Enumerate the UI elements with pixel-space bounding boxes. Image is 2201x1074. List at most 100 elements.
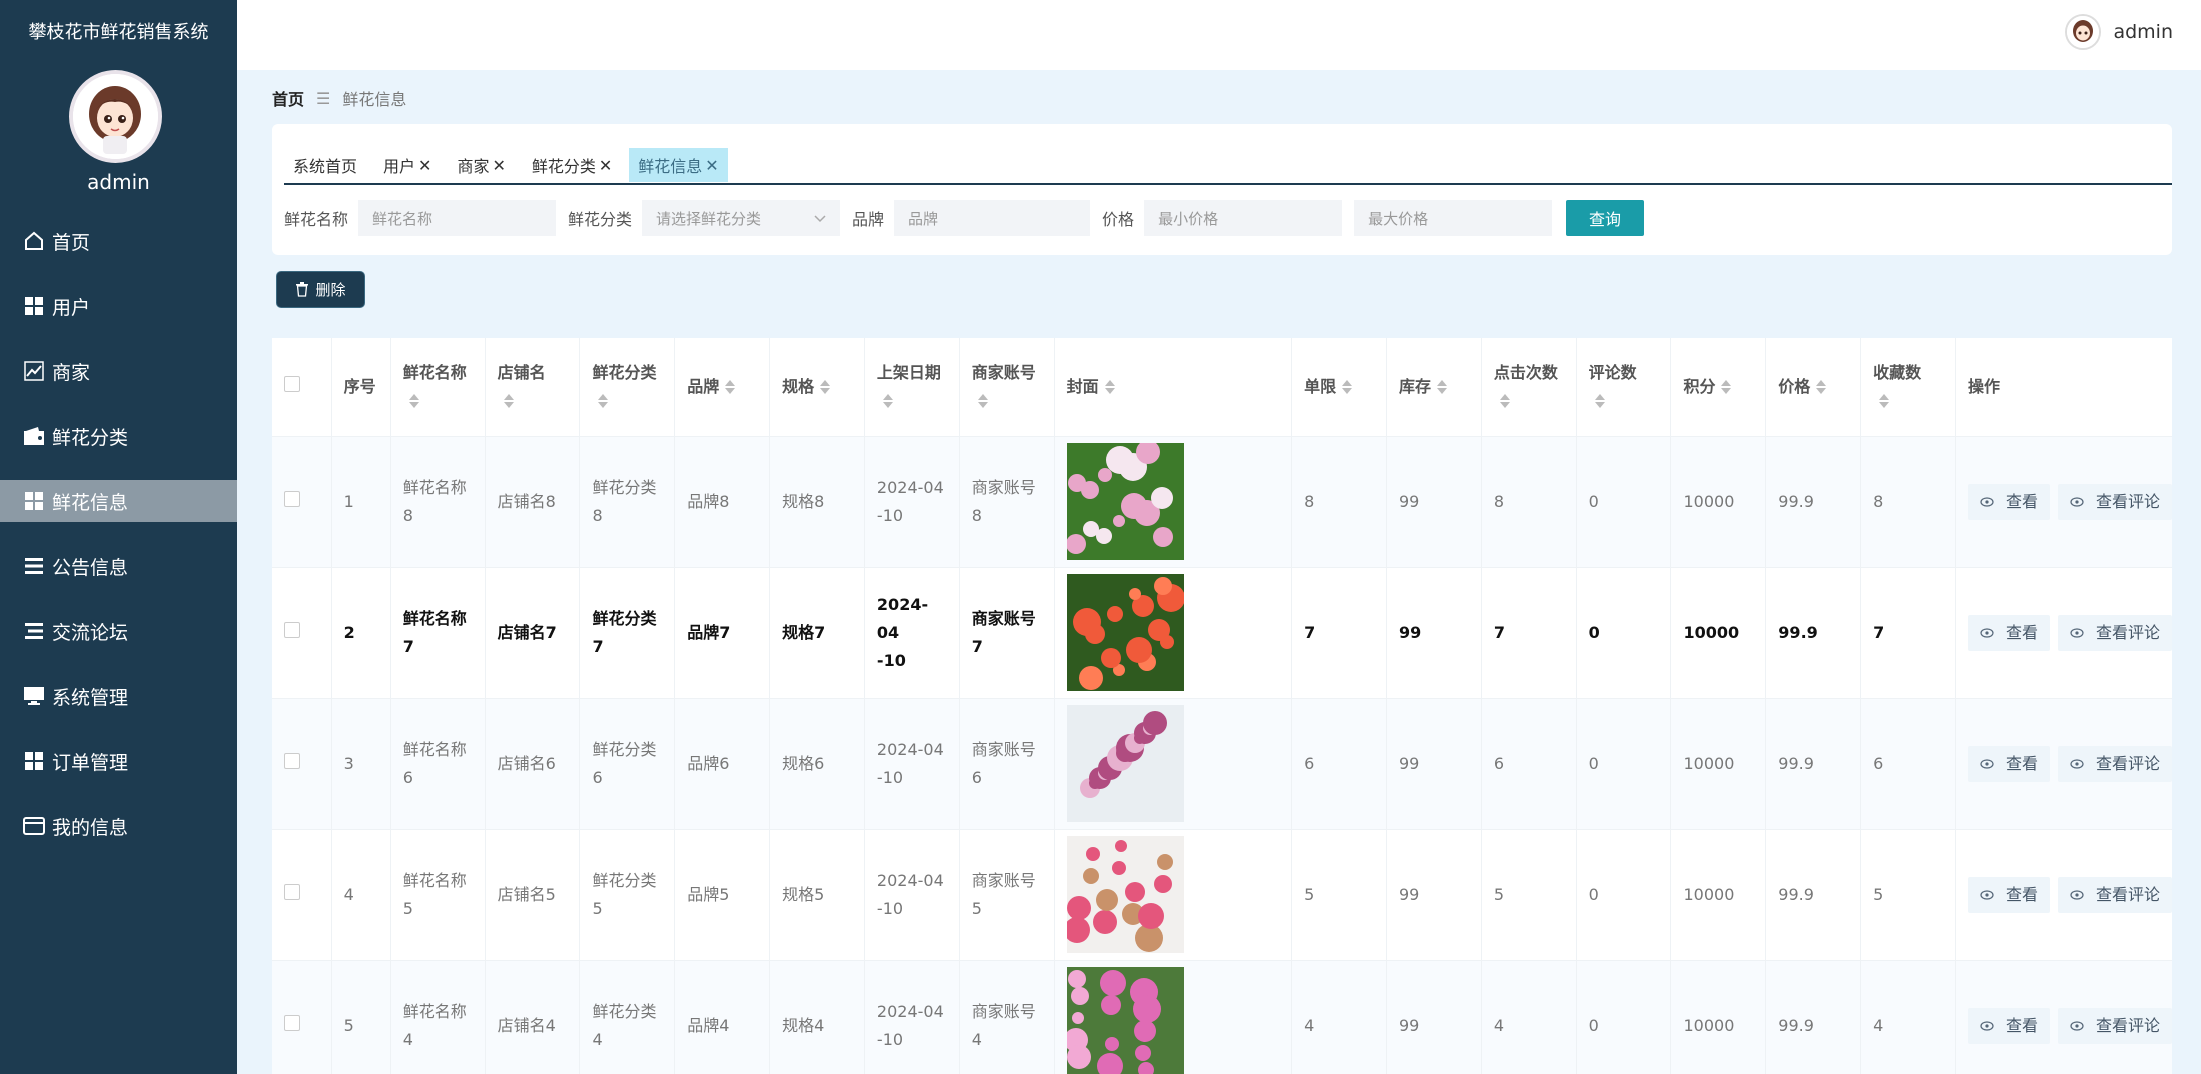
date-cell: 2024-04 -10: [864, 567, 960, 699]
points-cell: 10000: [1670, 698, 1767, 830]
column-header[interactable]: 鲜花名称: [390, 338, 486, 437]
column-header[interactable]: 上架日期: [864, 338, 960, 437]
sort-icon[interactable]: [1498, 393, 1510, 409]
sort-icon[interactable]: [723, 379, 736, 395]
row-checkbox[interactable]: [284, 883, 300, 900]
sidebar-item-forum[interactable]: 交流论坛: [0, 610, 237, 652]
cover-cell: [1054, 567, 1293, 699]
eye-icon: [1980, 758, 2000, 769]
brand-cell: 品牌5: [674, 829, 771, 961]
view-comments-button[interactable]: 查看评论: [2057, 745, 2172, 782]
sidebar-item-merchants[interactable]: 商家: [0, 350, 237, 392]
sidebar-item-flower-category[interactable]: 鲜花分类: [0, 415, 237, 457]
row-checkbox[interactable]: [284, 1014, 300, 1031]
chart-icon: [22, 359, 46, 383]
tab-merchants[interactable]: 商家 ✕: [448, 148, 515, 182]
max-price-input[interactable]: 最大价格: [1354, 200, 1553, 236]
column-header-label: 商家账号: [971, 362, 1036, 382]
view-comments-button[interactable]: 查看评论: [2057, 483, 2172, 520]
column-header[interactable]: 收藏数: [1860, 338, 1956, 437]
category-cell: 鲜花分类 5: [579, 829, 676, 961]
actions-cell: 查看查看评论×: [1955, 698, 2172, 830]
stock-cell: 99: [1386, 960, 1482, 1074]
sidebar-item-users[interactable]: 用户: [0, 285, 237, 327]
column-header[interactable]: 价格: [1765, 338, 1862, 437]
view-label: 查看: [2005, 1015, 2038, 1035]
sort-icon[interactable]: [1877, 393, 1890, 409]
price-cell: 99.9: [1765, 960, 1862, 1074]
tab-system-home[interactable]: 系统首页: [284, 148, 367, 182]
select-cell: [272, 829, 332, 961]
flower-name-input[interactable]: 鲜花名称: [358, 200, 557, 236]
cell-text: 8: [592, 505, 603, 525]
tab-flower-category[interactable]: 鲜花分类 ✕: [522, 148, 622, 182]
sort-icon[interactable]: [976, 393, 988, 409]
sort-icon[interactable]: [1340, 379, 1353, 395]
sort-icon[interactable]: [1435, 379, 1447, 395]
sidebar-item-flower-info[interactable]: 鲜花信息: [0, 480, 237, 522]
column-header[interactable]: 库存: [1386, 338, 1482, 437]
view-button[interactable]: 查看: [1967, 745, 2050, 782]
column-header[interactable]: 商家账号: [959, 338, 1055, 437]
close-icon[interactable]: ✕: [492, 156, 505, 175]
column-header-label: 评论数: [1588, 362, 1637, 382]
table-row: 3 鲜花名称 6 店铺名6 鲜花分类 6 品牌6 规格6 2024-04 -10 商家账号 6 6 99 6…: [272, 698, 2172, 830]
close-icon[interactable]: ✕: [418, 156, 431, 175]
sidebar-item-system[interactable]: 系统管理: [0, 675, 237, 717]
row-checkbox[interactable]: [284, 490, 300, 507]
sort-icon[interactable]: [1814, 379, 1827, 395]
sidebar-item-home[interactable]: 首页: [0, 220, 237, 262]
view-button[interactable]: 查看: [1967, 1007, 2050, 1044]
delete-button[interactable]: 删除: [276, 271, 365, 308]
sort-icon[interactable]: [1719, 379, 1732, 395]
sort-icon[interactable]: [1593, 393, 1605, 409]
flower-category-select[interactable]: 请选择鲜花分类: [642, 200, 841, 236]
column-header[interactable]: 单限: [1291, 338, 1387, 437]
column-header[interactable]: 规格: [769, 338, 865, 437]
select-all-checkbox[interactable]: [284, 375, 300, 392]
column-header[interactable]: 封面: [1054, 338, 1293, 437]
column-header[interactable]: 鲜花分类: [579, 338, 676, 437]
view-button[interactable]: 查看: [1967, 614, 2050, 651]
close-icon[interactable]: ✕: [599, 156, 612, 175]
sort-icon[interactable]: [502, 393, 514, 409]
column-header[interactable]: 评论数: [1576, 338, 1672, 437]
sort-icon[interactable]: [407, 393, 419, 409]
close-icon[interactable]: ✕: [705, 156, 718, 175]
row-checkbox[interactable]: [284, 621, 300, 638]
view-button[interactable]: 查看: [1967, 876, 2050, 913]
sidebar-item-orders[interactable]: 订单管理: [0, 740, 237, 782]
actions-cell: 查看查看评论×: [1955, 829, 2172, 961]
tab-users[interactable]: 用户 ✕: [374, 148, 441, 182]
sidebar-item-notices[interactable]: 公告信息: [0, 545, 237, 587]
eye-icon: [1980, 627, 2000, 638]
brand-input[interactable]: 品牌: [894, 200, 1091, 236]
view-comments-button[interactable]: 查看评论: [2057, 876, 2172, 913]
flower-name-placeholder: 鲜花名称: [372, 209, 433, 228]
sidebar-item-my-info[interactable]: 我的信息: [0, 805, 237, 847]
row-checkbox[interactable]: [284, 752, 300, 769]
cell-text: 鲜花分类: [592, 477, 657, 497]
tab-flower-info[interactable]: 鲜花信息 ✕: [629, 148, 728, 182]
query-button[interactable]: 查询: [1566, 200, 1645, 236]
sidebar: 攀枝花市鲜花销售系统 admin 首页 用户 商家 鲜花分类 鲜花信息 公告信息…: [0, 0, 237, 1074]
sort-icon[interactable]: [596, 393, 609, 409]
view-comments-button[interactable]: 查看评论: [2057, 614, 2172, 651]
column-header[interactable]: 点击次数: [1481, 338, 1577, 437]
view-comments-button[interactable]: 查看评论: [2057, 1007, 2172, 1044]
sort-icon[interactable]: [1103, 379, 1115, 395]
breadcrumb-home[interactable]: 首页: [272, 86, 304, 110]
sort-icon[interactable]: [818, 379, 831, 395]
column-header[interactable]: 店铺名: [485, 338, 581, 437]
column-header[interactable]: 品牌: [674, 338, 771, 437]
column-header[interactable]: 积分: [1670, 338, 1767, 437]
view-button[interactable]: 查看: [1967, 483, 2050, 520]
sort-icon[interactable]: [881, 393, 893, 409]
min-price-input[interactable]: 最小价格: [1144, 200, 1343, 236]
wallet-icon: [22, 424, 46, 448]
row-number: 1: [331, 436, 391, 568]
cell-text: 5: [402, 898, 413, 918]
user-menu[interactable]: admin: [2065, 14, 2173, 50]
cell-text: 2024-04: [876, 739, 944, 759]
cell-text: 2024-04: [876, 477, 944, 497]
